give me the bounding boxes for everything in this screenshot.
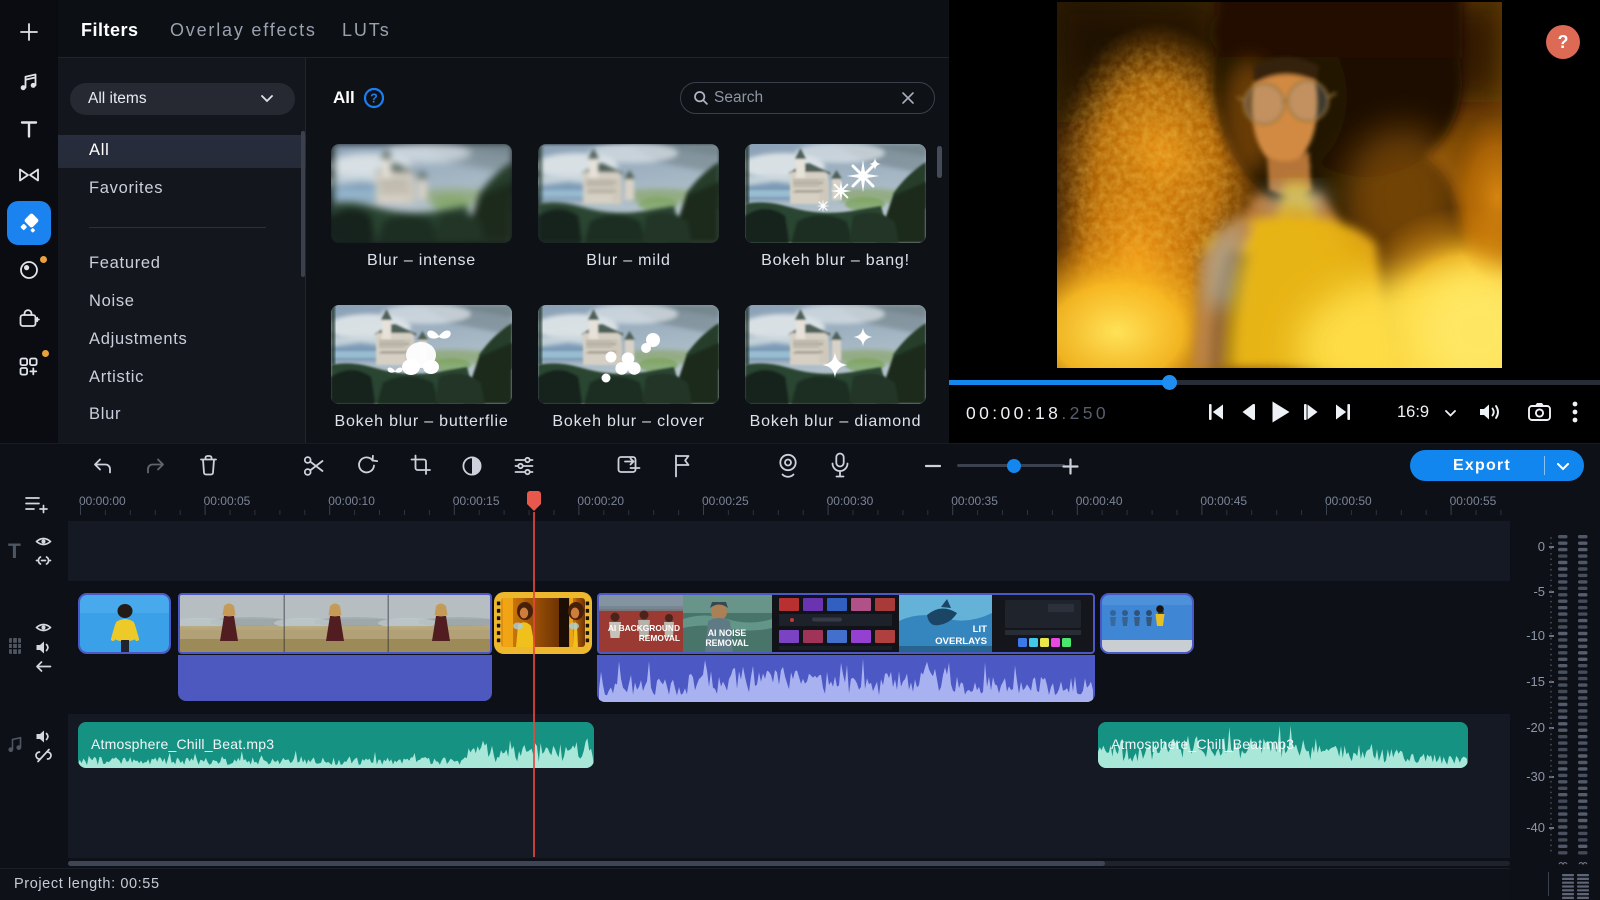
svg-text:REMOVAL: REMOVAL xyxy=(705,638,749,648)
svg-text:AI BACKGROUND: AI BACKGROUND xyxy=(608,623,680,633)
svg-text:OVERLAYS: OVERLAYS xyxy=(935,636,987,647)
svg-text:REMOVAL: REMOVAL xyxy=(639,633,680,643)
svg-text:LIT: LIT xyxy=(973,624,988,635)
svg-text:AI NOISE: AI NOISE xyxy=(708,628,747,638)
svg-text:?: ? xyxy=(370,92,378,106)
